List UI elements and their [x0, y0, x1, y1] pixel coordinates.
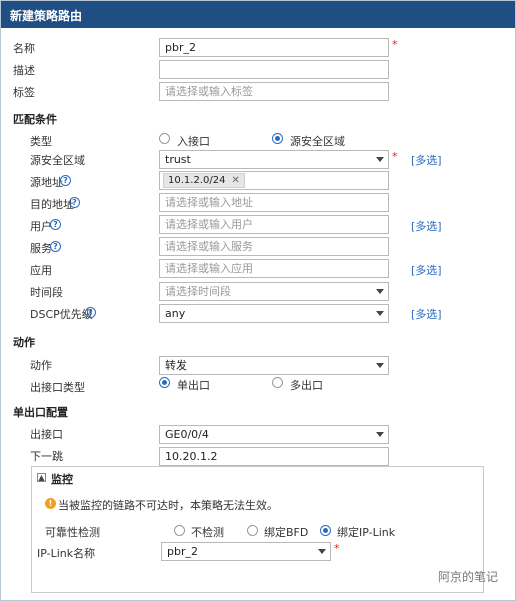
src-zone-value: trust [165, 153, 191, 166]
user-input[interactable]: 请选择或输入用户 [159, 215, 389, 234]
match-section-title: 匹配条件 [13, 113, 57, 126]
chevron-down-icon [376, 363, 384, 368]
src-zone-multi-select-link[interactable]: [多选] [411, 152, 442, 168]
collapse-toggle-icon[interactable]: ▲ [37, 473, 46, 482]
type-radio-src-zone[interactable] [272, 133, 283, 144]
chevron-down-icon [376, 289, 384, 294]
time-range-select[interactable]: 请选择时间段 [159, 282, 389, 301]
reliability-option-iplink: 绑定IP-Link [337, 526, 396, 539]
next-hop-label: 下一跳 [30, 450, 63, 463]
reliability-option-none: 不检测 [191, 526, 224, 539]
dialog-title: 新建策略路由 [10, 9, 83, 23]
action-value: 转发 [165, 359, 187, 372]
chevron-down-icon [376, 432, 384, 437]
iplink-name-value: pbr_2 [167, 545, 198, 558]
description-label: 描述 [13, 64, 35, 77]
service-label: 服务 [30, 242, 52, 255]
next-hop-input[interactable]: 10.20.1.2 [159, 447, 389, 466]
time-range-label: 时间段 [30, 286, 63, 299]
src-addr-help-icon[interactable]: ? [60, 175, 71, 186]
type-label: 类型 [30, 135, 52, 148]
app-label: 应用 [30, 264, 52, 277]
src-zone-select[interactable]: trust [159, 150, 389, 169]
out-if-label: 出接口 [30, 428, 63, 441]
iplink-required-mark: * [334, 542, 340, 555]
app-input[interactable]: 请选择或输入应用 [159, 259, 389, 278]
type-option-src-zone: 源安全区域 [290, 135, 345, 148]
src-zone-label: 源安全区域 [30, 154, 85, 167]
out-type-option-single: 单出口 [177, 379, 210, 392]
iplink-name-label: IP-Link名称 [37, 547, 96, 560]
reliability-radio-bfd[interactable] [247, 525, 258, 536]
action-label: 动作 [30, 359, 52, 372]
reliability-label: 可靠性检测 [45, 526, 100, 539]
service-input[interactable]: 请选择或输入服务 [159, 237, 389, 256]
app-multi-select-link[interactable]: [多选] [411, 262, 442, 278]
out-if-select[interactable]: GE0/0/4 [159, 425, 389, 444]
monitor-title: 监控 [51, 473, 73, 486]
chevron-down-icon [318, 549, 326, 554]
dscp-select[interactable]: any [159, 304, 389, 323]
src-addr-input[interactable]: 10.1.2.0/24 ✕ [159, 171, 389, 190]
type-radio-ingress[interactable] [159, 133, 170, 144]
out-type-label: 出接口类型 [30, 381, 85, 394]
dst-addr-help-icon[interactable]: ? [69, 197, 80, 208]
user-multi-select-link[interactable]: [多选] [411, 218, 442, 234]
out-type-option-multi: 多出口 [290, 379, 323, 392]
tag-input[interactable]: 请选择或输入标签 [159, 82, 389, 101]
reliability-radio-iplink[interactable] [320, 525, 331, 536]
service-help-icon[interactable]: ? [50, 241, 61, 252]
tag-label: 标签 [13, 86, 35, 99]
reliability-radio-none[interactable] [174, 525, 185, 536]
action-section-title: 动作 [13, 336, 35, 349]
name-input[interactable]: pbr_2 [159, 38, 389, 57]
src-zone-required-mark: * [392, 150, 398, 163]
chevron-down-icon [376, 311, 384, 316]
name-label: 名称 [13, 42, 35, 55]
out-type-radio-multi[interactable] [272, 377, 283, 388]
dscp-multi-select-link[interactable]: [多选] [411, 306, 442, 322]
src-addr-label: 源地址 [30, 176, 63, 189]
time-range-placeholder: 请选择时间段 [165, 285, 231, 298]
dscp-value: any [165, 307, 186, 320]
dst-addr-label: 目的地址 [30, 198, 74, 211]
description-input[interactable] [159, 60, 389, 79]
out-type-radio-single[interactable] [159, 377, 170, 388]
watermark-text: 阿京的笔记 [438, 570, 499, 584]
remove-tag-icon[interactable]: ✕ [231, 175, 239, 186]
user-help-icon[interactable]: ? [50, 219, 61, 230]
src-addr-tag-text: 10.1.2.0/24 [168, 175, 226, 186]
iplink-name-select[interactable]: pbr_2 [161, 542, 331, 561]
reliability-option-bfd: 绑定BFD [264, 526, 309, 539]
chevron-down-icon [376, 157, 384, 162]
monitor-warning-text: 当被监控的链路不可达时，本策略无法生效。 [58, 499, 278, 512]
name-required-mark: * [392, 38, 398, 51]
action-select[interactable]: 转发 [159, 356, 389, 375]
dst-addr-input[interactable]: 请选择或输入地址 [159, 193, 389, 212]
dscp-help-icon[interactable]: ? [85, 307, 96, 318]
dscp-label: DSCP优先级 [30, 308, 93, 321]
out-if-value: GE0/0/4 [165, 428, 209, 441]
dialog-titlebar: 新建策略路由 [1, 1, 515, 28]
src-addr-tag: 10.1.2.0/24 ✕ [163, 173, 245, 188]
single-exit-section-title: 单出口配置 [13, 406, 68, 419]
warning-icon: ! [45, 498, 56, 509]
type-option-ingress: 入接口 [177, 135, 210, 148]
user-label: 用户 [30, 220, 52, 233]
